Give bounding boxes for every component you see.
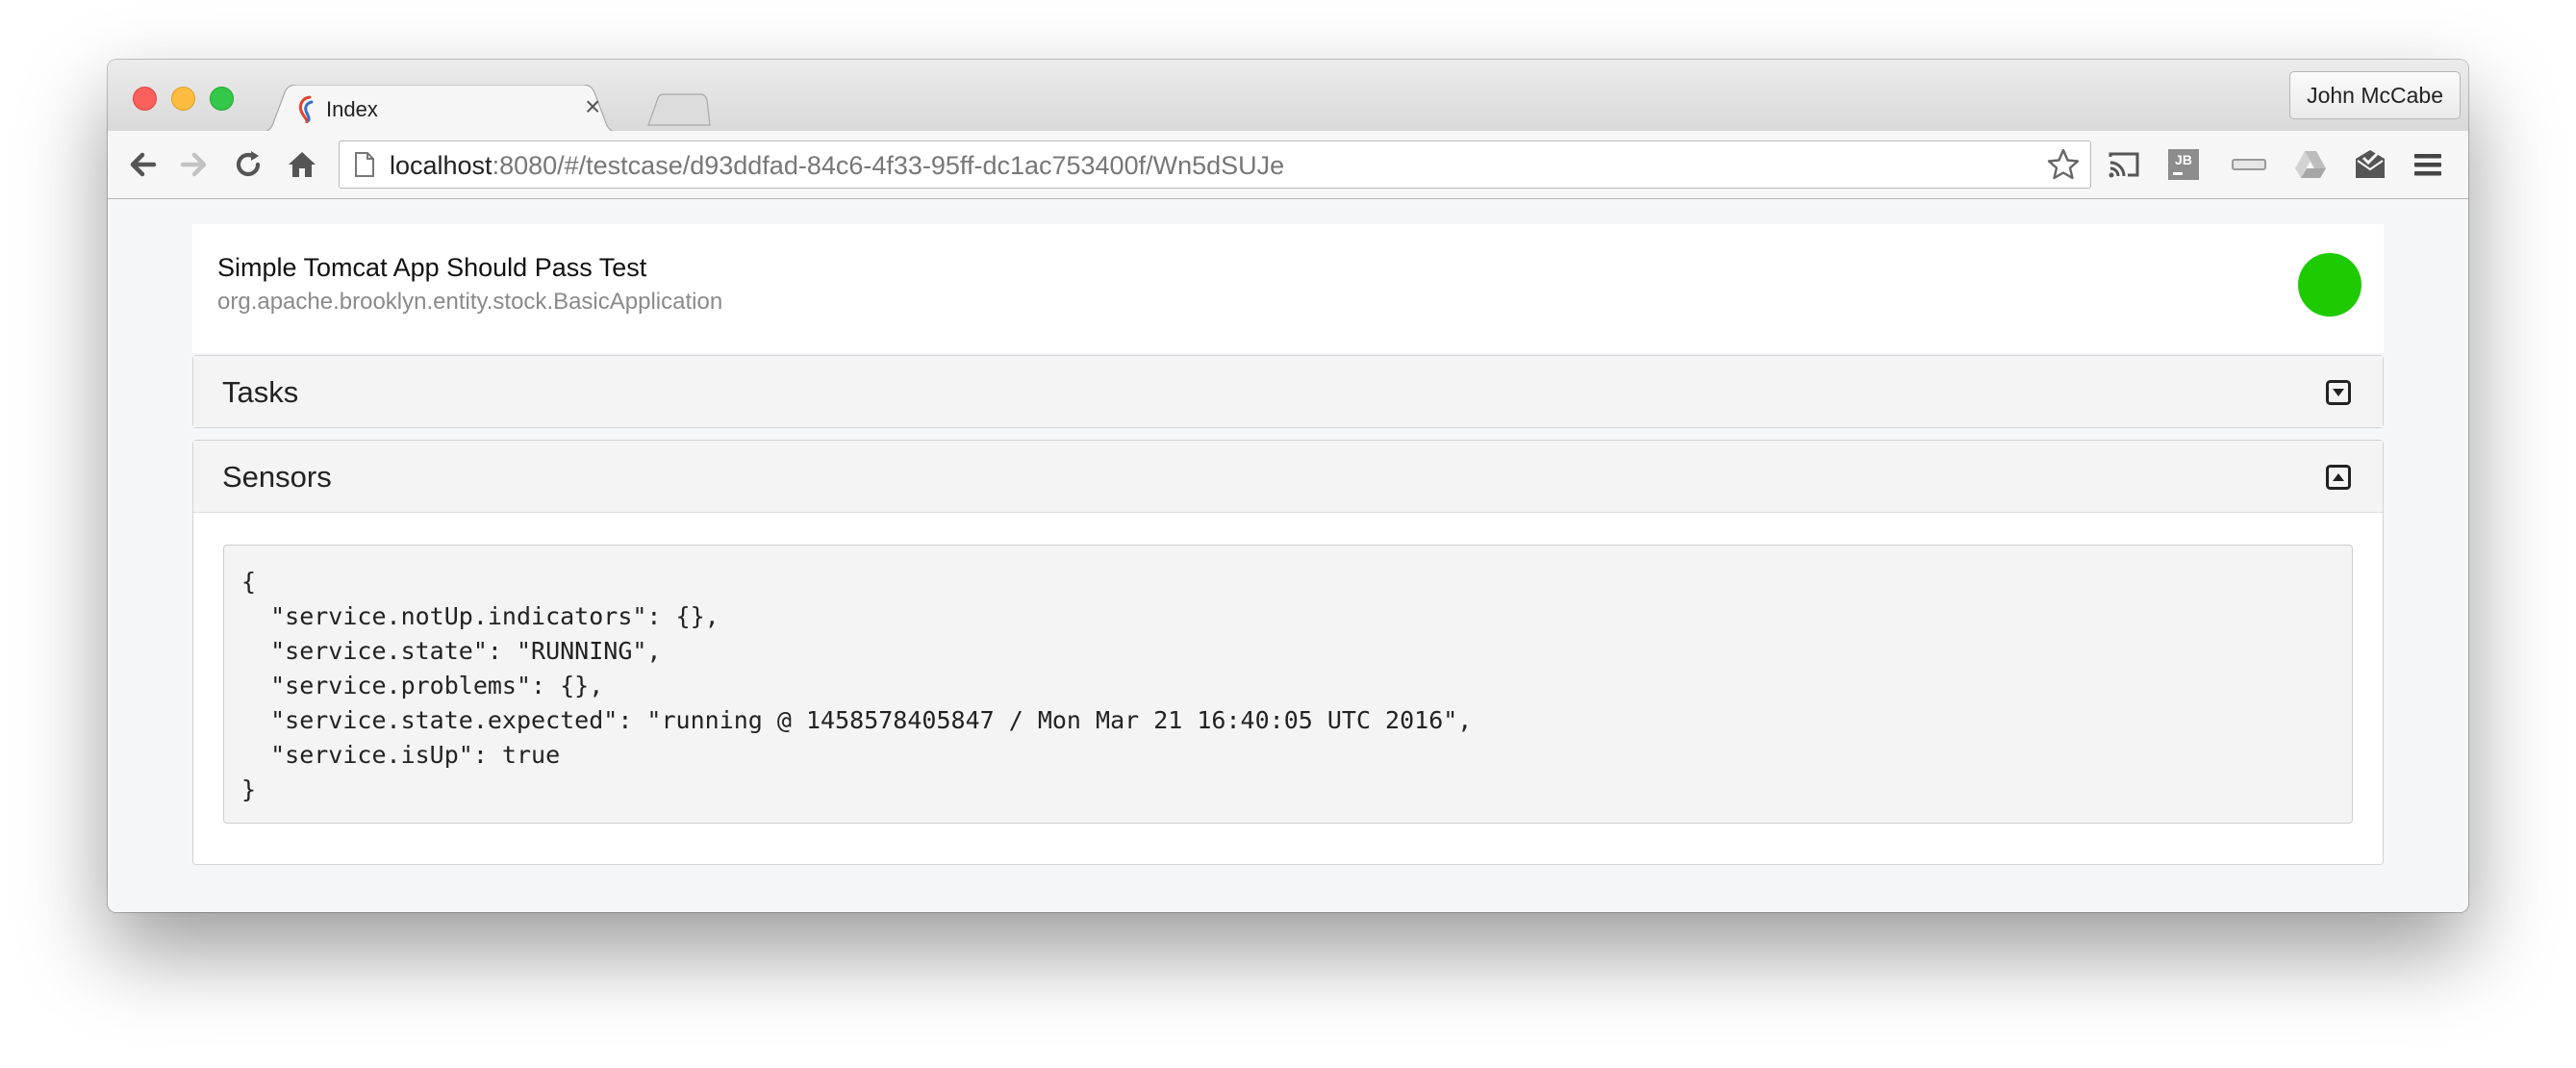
json-line: "service.state.expected": "running @ 145… (241, 706, 1473, 734)
drive-icon[interactable] (2293, 147, 2328, 182)
cast-icon[interactable] (2107, 147, 2141, 182)
minimize-window-button[interactable] (171, 87, 195, 111)
tasks-panel-title: Tasks (222, 375, 299, 409)
tab-title: Index (326, 97, 378, 121)
new-tab-button[interactable] (646, 92, 712, 127)
close-window-button[interactable] (133, 87, 157, 111)
app-header: Simple Tomcat App Should Pass Test org.a… (192, 224, 2384, 353)
expand-icon[interactable] (2326, 380, 2351, 405)
page-icon (355, 152, 374, 177)
brooklyn-favicon-icon (298, 95, 314, 123)
tab-close-icon[interactable]: × (585, 93, 600, 120)
page-content: Simple Tomcat App Should Pass Test org.a… (108, 199, 2468, 912)
back-icon[interactable] (125, 147, 160, 182)
address-bar[interactable]: localhost:8080/#/testcase/d93ddfad-84c6-… (339, 140, 2091, 189)
svg-text:JB: JB (2175, 152, 2192, 167)
tasks-panel-header[interactable]: Tasks (193, 356, 2383, 427)
browser-toolbar: localhost:8080/#/testcase/d93ddfad-84c6-… (108, 131, 2468, 199)
json-line: "service.problems": {}, (241, 672, 604, 699)
url-text[interactable]: localhost:8080/#/testcase/d93ddfad-84c6-… (390, 151, 1284, 181)
jb-extension-icon[interactable]: JB (2166, 147, 2201, 182)
sensors-panel: Sensors { "service.notUp.indicators": {}… (192, 440, 2384, 865)
app-type: org.apache.brooklyn.entity.stock.BasicAp… (217, 289, 723, 315)
reload-icon[interactable] (231, 147, 265, 182)
tab-strip: Index × John McCabe (108, 60, 2468, 133)
zoom-window-button[interactable] (210, 87, 234, 111)
url-path: :8080/#/testcase/d93ddfad-84c6-4f33-95ff… (492, 151, 1285, 180)
json-line: "service.notUp.indicators": {}, (241, 602, 720, 630)
sensors-json: { "service.notUp.indicators": {}, "servi… (223, 545, 2353, 824)
json-line: "service.isUp": true (241, 741, 561, 769)
bookmark-star-icon[interactable] (2046, 147, 2081, 182)
browser-tab[interactable]: Index × (258, 85, 621, 133)
mail-check-icon[interactable] (2353, 147, 2387, 182)
json-line: { (241, 568, 257, 596)
tasks-panel: Tasks (192, 355, 2384, 428)
json-line: "service.state": "RUNNING", (241, 637, 662, 665)
sensors-panel-header[interactable]: Sensors (193, 441, 2383, 513)
profile-button[interactable]: John McCabe (2289, 71, 2461, 119)
forward-icon[interactable] (177, 147, 212, 182)
collapse-icon[interactable] (2326, 465, 2351, 490)
home-icon[interactable] (285, 147, 319, 182)
menu-icon[interactable] (2411, 147, 2445, 182)
extension-bar-icon[interactable] (2232, 147, 2266, 182)
status-indicator (2298, 253, 2361, 317)
app-title: Simple Tomcat App Should Pass Test (217, 253, 647, 282)
url-host: localhost (390, 151, 492, 180)
sensors-panel-title: Sensors (222, 460, 332, 494)
browser-window: Index × John McCabe localhost:8080/#/tes (108, 60, 2468, 912)
json-line: } (241, 776, 257, 803)
